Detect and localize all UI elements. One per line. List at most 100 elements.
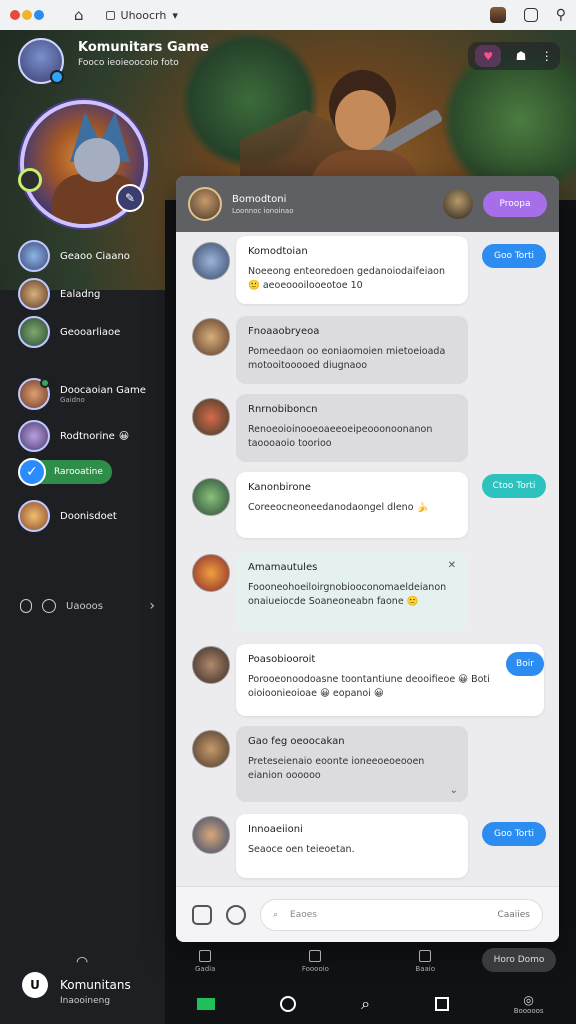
- message-bubble[interactable]: Innoaeiioni Seaoce oen teieoetan.: [236, 814, 468, 878]
- avatar[interactable]: [192, 646, 230, 684]
- avatar[interactable]: [188, 187, 222, 221]
- bottom-bar: ⌕ ◎ Booooos: [165, 984, 576, 1024]
- footer-app-sub: Inaooineng: [60, 996, 111, 1006]
- sidebar: [0, 230, 165, 1024]
- sidebar-item[interactable]: Geaoo Ciaano: [18, 240, 130, 272]
- eye-icon[interactable]: [18, 168, 42, 192]
- sidebar-controls[interactable]: Uaooos ›: [20, 598, 155, 614]
- chevron-right-icon[interactable]: ›: [149, 598, 155, 614]
- message-bubble[interactable]: Amamautules Foooneohoeiloirgnobiooconoma…: [236, 552, 468, 632]
- avatar[interactable]: [192, 478, 230, 516]
- avatar[interactable]: [192, 242, 230, 280]
- message-action-button[interactable]: Goo Torti: [482, 244, 546, 268]
- home-icon: [199, 950, 212, 962]
- sidebar-item-active[interactable]: ✓ Rarooatine: [18, 458, 112, 486]
- subnav-item[interactable]: Fooooio: [302, 950, 329, 973]
- chevron-down-icon[interactable]: ⌄: [450, 785, 458, 796]
- more-icon[interactable]: ⋮: [541, 49, 553, 63]
- message-author: Komodtoian: [248, 246, 308, 257]
- sidebar-item[interactable]: Ealadng: [18, 278, 100, 310]
- avatar: [18, 240, 50, 272]
- circle-icon[interactable]: [42, 599, 56, 613]
- subnav-item[interactable]: Gadia: [195, 950, 215, 973]
- avatar[interactable]: [443, 189, 473, 219]
- user-icon[interactable]: ⚲: [556, 7, 566, 23]
- sidebar-item-sub: Gaidno: [60, 395, 85, 404]
- avatar[interactable]: [192, 398, 230, 436]
- attachment-icon[interactable]: [192, 904, 212, 925]
- square-icon[interactable]: [434, 997, 449, 1011]
- message-bubble[interactable]: Fnoaaobryeoa Pomeedaon oo eoniaomoien mi…: [236, 316, 468, 384]
- bag-icon: [419, 950, 432, 962]
- smiley-icon[interactable]: [280, 996, 297, 1012]
- sidebar-item[interactable]: Rodtnorine 😀: [18, 420, 129, 452]
- profile-avatar[interactable]: [489, 7, 506, 23]
- close-dot[interactable]: [10, 10, 20, 20]
- search-icon: ⌕: [273, 909, 279, 920]
- message-input[interactable]: ⌕ Eaoes Caaiies: [260, 898, 543, 931]
- message-author: Kanonbirone: [248, 482, 311, 493]
- person-icon[interactable]: ☗: [516, 49, 527, 63]
- tab-icon: [105, 10, 115, 20]
- header-actions: ♥ ☗ ⋮: [468, 42, 560, 70]
- edit-icon[interactable]: ✎: [116, 184, 144, 212]
- message-author: Fnoaaobryeoa: [248, 326, 320, 337]
- message-text: Coreeocneoneedanodaongel dleno 🍌: [248, 502, 429, 513]
- message-bubble[interactable]: Kanonbirone Coreeocneoneedanodaongel dle…: [236, 472, 468, 538]
- window-controls[interactable]: [10, 10, 44, 20]
- link-icon[interactable]: [226, 904, 246, 925]
- maximize-dot[interactable]: [34, 10, 44, 20]
- message-author: Gao feg oeoocakan: [248, 736, 345, 747]
- sub-navigation: Gadia Fooooio Baaio: [195, 950, 435, 973]
- avatar[interactable]: [192, 554, 230, 592]
- home-button[interactable]: Horo Domo: [482, 948, 556, 972]
- message-bubble[interactable]: Gao feg oeoocakan Preteseienaio eoonte i…: [236, 726, 468, 802]
- close-icon[interactable]: ✕: [448, 560, 456, 571]
- chat-header: Bomodtoni Loonnoc ionoinao Proopa: [176, 176, 559, 232]
- server-subtitle: Fooco ieoieoocoio foto: [78, 58, 179, 68]
- message-text: Seaoce oen teieoetan.: [248, 844, 355, 855]
- mic-button[interactable]: ◎ Booooos: [514, 993, 544, 1015]
- sidebar-item[interactable]: Geooarliaoe: [18, 316, 120, 348]
- sidebar-item[interactable]: Doonisdoet: [18, 500, 117, 532]
- message-action-button[interactable]: Ctoo Torti: [482, 474, 546, 498]
- emoji-icon: 😀: [118, 430, 130, 442]
- sidebar-item-label: Doocaoian Game: [60, 384, 146, 396]
- browser-tab[interactable]: Uhoocrh ▾: [105, 9, 178, 22]
- avatar: [18, 316, 50, 348]
- message-action-button[interactable]: Goo Torti: [482, 822, 546, 846]
- message-bubble[interactable]: Rnrnobiboncn Renoeoioinooeoaeeoeipeooono…: [236, 394, 468, 462]
- avatar[interactable]: [192, 318, 230, 356]
- message-text: Foooneohoeiloirgnobiooconomaeldeianon on…: [248, 582, 447, 607]
- profile-button[interactable]: Proopa: [483, 191, 547, 217]
- minimize-dot[interactable]: [22, 10, 32, 20]
- search-icon[interactable]: ⌕: [361, 994, 370, 1014]
- chat-panel: Bomodtoni Loonnoc ionoinao Proopa Komodt…: [176, 176, 559, 942]
- subnav-label: Gadia: [195, 965, 216, 973]
- online-badge: [50, 70, 64, 84]
- flag-icon[interactable]: [197, 998, 216, 1010]
- subnav-label: Fooooio: [301, 965, 329, 973]
- message-author: Amamautules: [248, 562, 318, 573]
- avatar[interactable]: [192, 730, 230, 768]
- message-placeholder: Eaoes: [290, 909, 317, 920]
- message-bubble[interactable]: Komodtoian Noeeong enteoredoen gedanoiod…: [236, 236, 468, 304]
- subnav-label: Baaio: [415, 965, 435, 973]
- message-action-button[interactable]: Boir: [506, 652, 544, 676]
- message-bubble[interactable]: Poasobiooroit Porooeonoodoasne toontanti…: [236, 644, 544, 716]
- message-text: Pomeedaon oo eoniaomoien mietoeioada mot…: [248, 346, 446, 371]
- heart-icon[interactable]: ♥: [475, 45, 502, 67]
- home-icon[interactable]: ⌂: [74, 6, 84, 24]
- footer-app-name: Komunitans: [60, 978, 131, 992]
- subnav-item[interactable]: Baaio: [415, 950, 435, 973]
- avatar[interactable]: [192, 816, 230, 854]
- send-label[interactable]: Caaiies: [497, 910, 530, 920]
- browser-bar: ⌂ Uhoocrh ▾ ⚲: [0, 0, 576, 30]
- toggle-icon[interactable]: [20, 599, 32, 613]
- copy-icon[interactable]: [523, 8, 538, 22]
- server-avatar[interactable]: [18, 38, 64, 84]
- sidebar-item-label: Geooarliaoe: [60, 326, 121, 338]
- controls-label: Uaooos: [66, 600, 104, 612]
- sidebar-item[interactable]: Doocaoian Game Gaidno: [18, 378, 146, 410]
- headset-icon[interactable]: ◠: [76, 954, 88, 970]
